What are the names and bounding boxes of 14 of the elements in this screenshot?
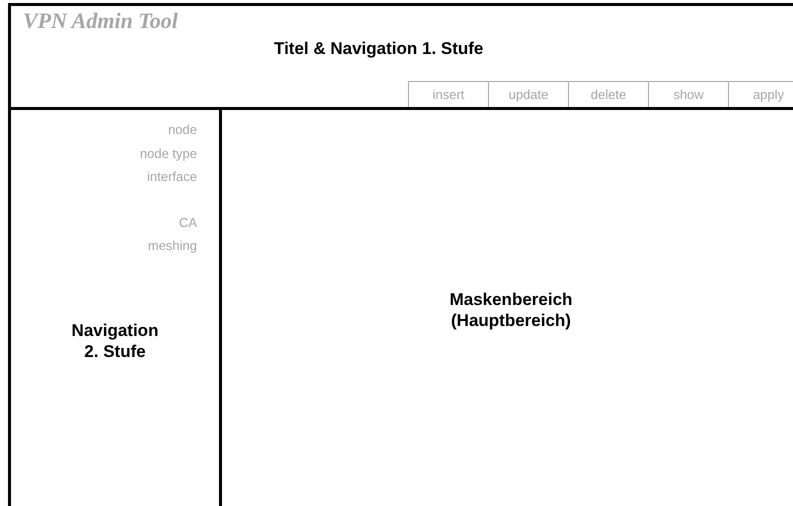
sidebar-item[interactable]: interface xyxy=(147,165,197,188)
sidebar-item[interactable]: node xyxy=(168,118,197,142)
toolbar-button[interactable]: apply xyxy=(728,81,793,107)
region-label: Titel & Navigation 1. Stufe xyxy=(274,38,484,60)
app-title: VPN Admin Tool xyxy=(23,8,178,34)
toolbar-button[interactable]: insert xyxy=(408,81,488,107)
toolbar-button[interactable]: show xyxy=(648,81,728,107)
sidebar-item[interactable]: node type xyxy=(140,142,197,165)
region-label: Maskenbereich (Hauptbereich) xyxy=(448,289,574,331)
toolbar-button[interactable]: delete xyxy=(568,81,648,107)
sidebar-item[interactable]: meshing xyxy=(148,234,197,258)
toolbar-button[interactable]: update xyxy=(488,81,568,107)
sidebar-item[interactable]: CA xyxy=(178,210,197,234)
region-label: Navigation 2. Stufe xyxy=(72,320,158,362)
